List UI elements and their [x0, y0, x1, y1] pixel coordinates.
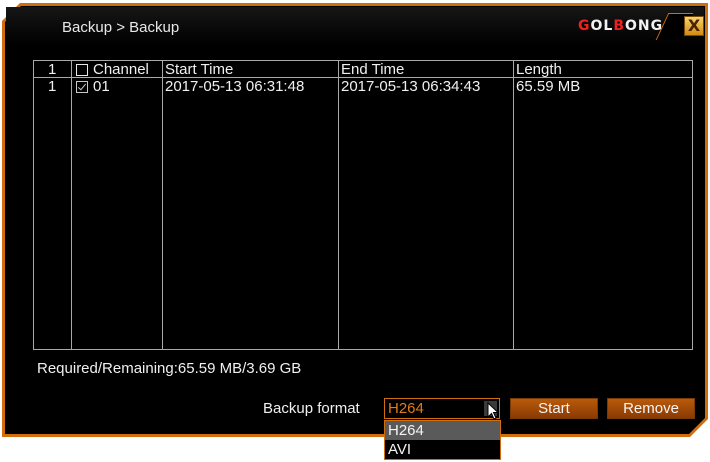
storage-status: Required/Remaining:65.59 MB/3.69 GB [37, 360, 302, 377]
header-length: Length [516, 61, 562, 78]
close-button[interactable]: X [684, 16, 704, 36]
dialog-title: Backup > Backup [62, 19, 180, 36]
column-divider [513, 60, 514, 350]
select-all-checkbox[interactable] [76, 64, 88, 76]
format-option-h264[interactable]: H264 [385, 421, 500, 440]
row-channel: 01 [93, 78, 110, 95]
row-checkbox[interactable] [76, 81, 88, 93]
mouse-cursor-icon [487, 402, 500, 420]
row-length: 65.59 MB [516, 78, 581, 95]
row-start-time: 2017-05-13 06:31:48 [165, 78, 305, 95]
header-channel: Channel [93, 61, 149, 78]
brand-logo: GOLBONG [578, 18, 664, 34]
column-divider [71, 60, 72, 350]
backup-format-select[interactable]: H264 ▼ [384, 398, 500, 419]
close-icon: X [687, 16, 701, 35]
header-index: 1 [48, 61, 57, 78]
backup-format-label: Backup format [263, 400, 360, 417]
format-option-avi[interactable]: AVI [385, 440, 500, 459]
selected-format: H264 [388, 400, 424, 417]
header-end-time: End Time [341, 61, 405, 78]
header-start-time: Start Time [165, 61, 234, 78]
remove-button[interactable]: Remove [607, 398, 695, 419]
start-button[interactable]: Start [510, 398, 598, 419]
format-dropdown[interactable]: H264 AVI [384, 420, 501, 460]
column-divider [162, 60, 163, 350]
row-end-time: 2017-05-13 06:34:43 [341, 78, 481, 95]
row-index: 1 [48, 78, 57, 95]
recording-table [33, 60, 693, 350]
column-divider [338, 60, 339, 350]
